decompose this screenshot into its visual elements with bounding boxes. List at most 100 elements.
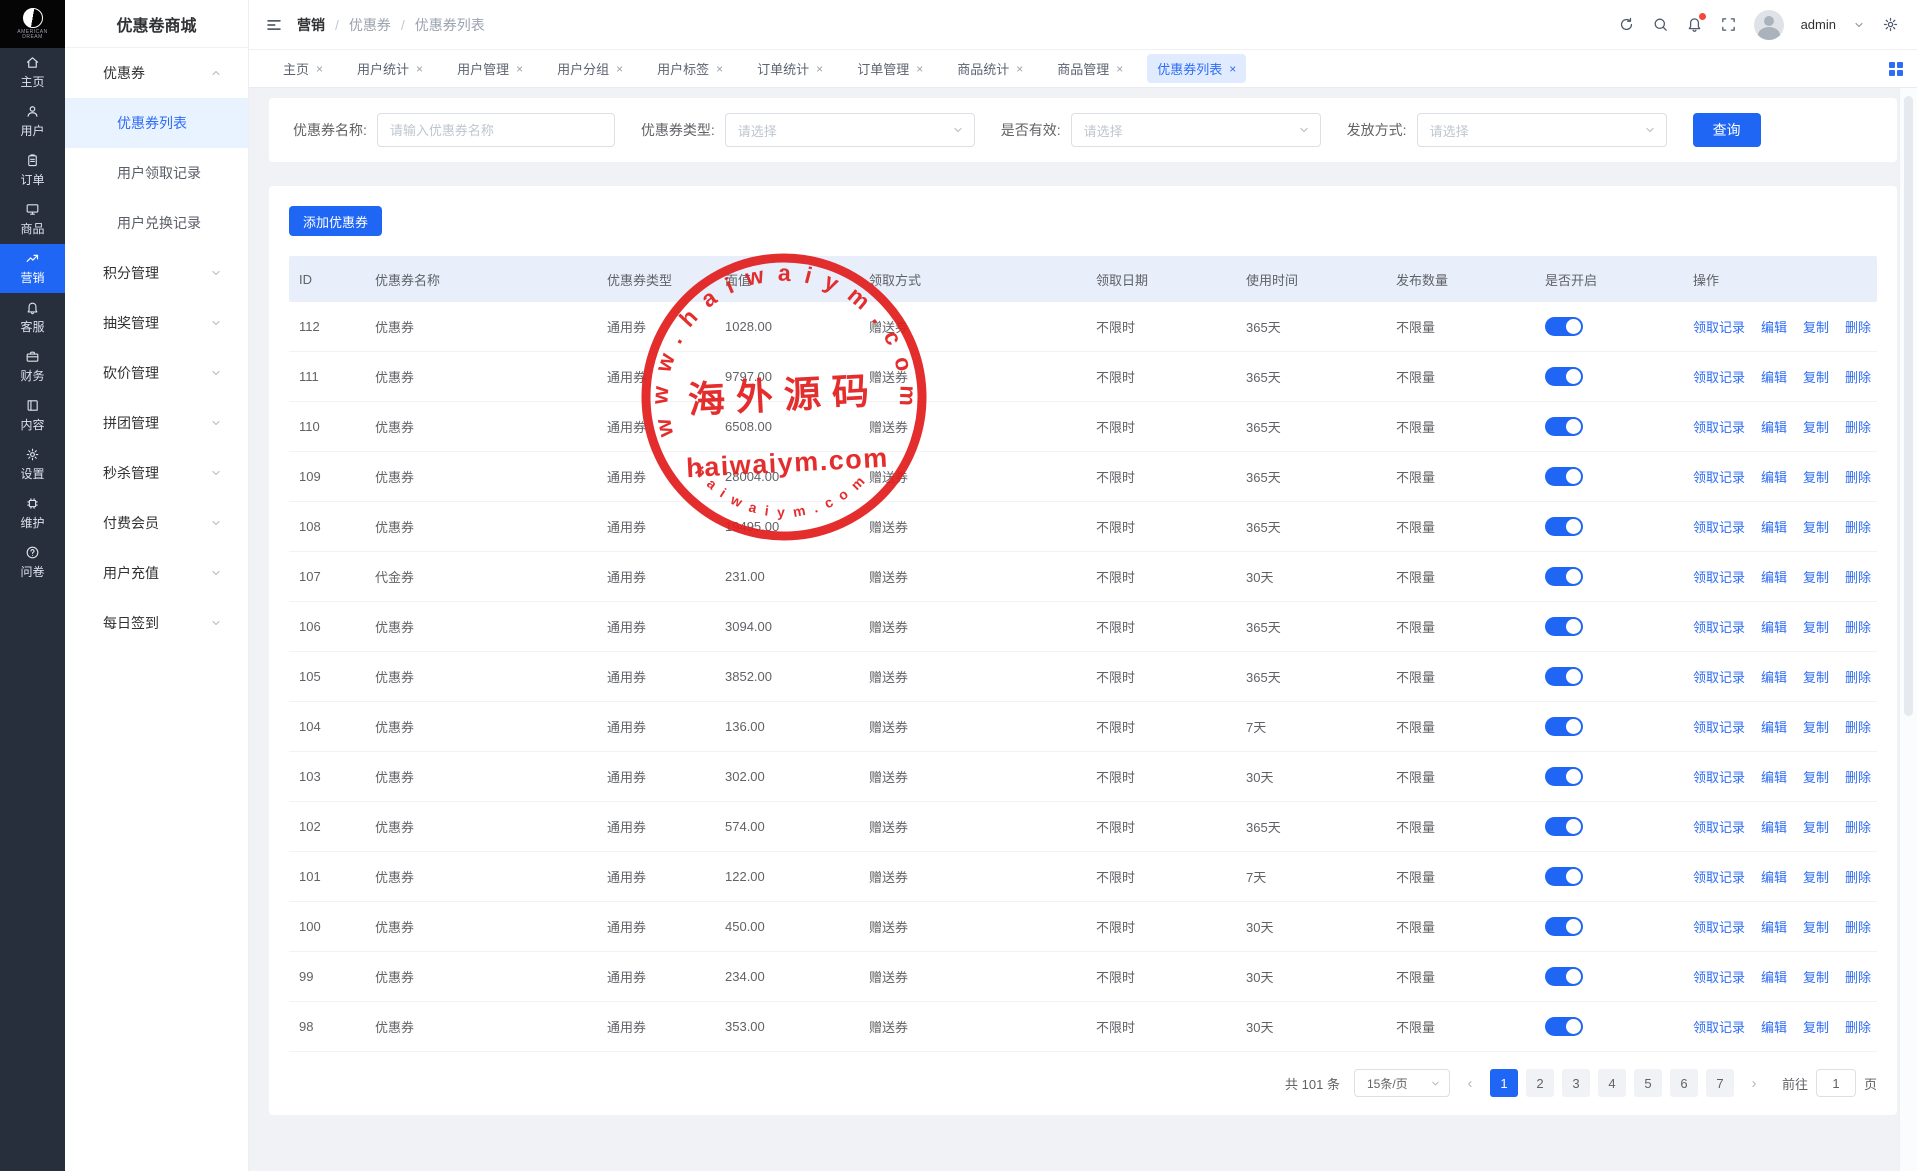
rail-item[interactable]: 订单 [0,146,65,195]
enable-toggle[interactable] [1545,717,1583,736]
page-number[interactable]: 7 [1706,1069,1734,1097]
sidebar-menu-item[interactable]: 用户充值 [65,548,248,598]
action-edit[interactable]: 编辑 [1761,917,1787,936]
scrollbar-thumb[interactable] [1904,96,1913,716]
goto-page-input[interactable] [1816,1069,1856,1097]
gear-icon[interactable] [1882,16,1899,33]
tab[interactable]: 订单统计 × [747,54,833,83]
tab-close-icon[interactable]: × [1116,62,1123,76]
action-delete[interactable]: 删除 [1845,1017,1871,1036]
rail-item[interactable]: 财务 [0,342,65,391]
rail-item[interactable]: 营销 [0,244,65,293]
enable-toggle[interactable] [1545,567,1583,586]
action-copy[interactable]: 复制 [1803,317,1829,336]
action-delete[interactable]: 删除 [1845,917,1871,936]
action-delete[interactable]: 删除 [1845,367,1871,386]
sidebar-menu-item[interactable]: 用户领取记录 [65,148,248,198]
sidebar-menu-item[interactable]: 优惠券 [65,48,248,98]
page-number[interactable]: 5 [1634,1069,1662,1097]
action-delete[interactable]: 删除 [1845,867,1871,886]
action-claim-records[interactable]: 领取记录 [1693,667,1745,686]
sidebar-menu-item[interactable]: 抽奖管理 [65,298,248,348]
action-claim-records[interactable]: 领取记录 [1693,517,1745,536]
action-copy[interactable]: 复制 [1803,967,1829,986]
action-copy[interactable]: 复制 [1803,617,1829,636]
enable-toggle[interactable] [1545,967,1583,986]
action-copy[interactable]: 复制 [1803,1017,1829,1036]
tab-close-icon[interactable]: × [316,62,323,76]
sidebar-menu-item[interactable]: 优惠券列表 [65,98,248,148]
sidebar-menu-item[interactable]: 拼团管理 [65,398,248,448]
chevron-down-icon[interactable] [1853,19,1865,31]
search-button[interactable]: 查询 [1693,113,1761,147]
breadcrumb-item[interactable]: 优惠券 [349,15,391,35]
tab[interactable]: 用户统计 × [347,54,433,83]
rail-item[interactable]: 主页 [0,48,65,97]
action-copy[interactable]: 复制 [1803,517,1829,536]
action-claim-records[interactable]: 领取记录 [1693,317,1745,336]
enable-toggle[interactable] [1545,417,1583,436]
enable-toggle[interactable] [1545,817,1583,836]
action-delete[interactable]: 删除 [1845,567,1871,586]
sidebar-menu-item[interactable]: 秒杀管理 [65,448,248,498]
action-edit[interactable]: 编辑 [1761,517,1787,536]
action-edit[interactable]: 编辑 [1761,467,1787,486]
action-claim-records[interactable]: 领取记录 [1693,467,1745,486]
action-delete[interactable]: 删除 [1845,967,1871,986]
action-delete[interactable]: 删除 [1845,667,1871,686]
action-delete[interactable]: 删除 [1845,417,1871,436]
rail-item[interactable]: 维护 [0,489,65,538]
tab[interactable]: 用户分组 × [547,54,633,83]
page-number[interactable]: 3 [1562,1069,1590,1097]
action-copy[interactable]: 复制 [1803,917,1829,936]
action-copy[interactable]: 复制 [1803,817,1829,836]
action-edit[interactable]: 编辑 [1761,417,1787,436]
prev-page-button[interactable]: ‹ [1460,1069,1480,1097]
app-logo[interactable]: AMERICAN DREAM [0,0,65,48]
action-claim-records[interactable]: 领取记录 [1693,867,1745,886]
action-claim-records[interactable]: 领取记录 [1693,417,1745,436]
enable-toggle[interactable] [1545,617,1583,636]
tab[interactable]: 用户管理 × [447,54,533,83]
next-page-button[interactable]: › [1744,1069,1764,1097]
action-copy[interactable]: 复制 [1803,717,1829,736]
enable-toggle[interactable] [1545,867,1583,886]
action-edit[interactable]: 编辑 [1761,317,1787,336]
tab[interactable]: 主页 × [273,54,333,83]
action-claim-records[interactable]: 领取记录 [1693,367,1745,386]
action-copy[interactable]: 复制 [1803,417,1829,436]
page-number[interactable]: 6 [1670,1069,1698,1097]
rail-item[interactable]: 设置 [0,440,65,489]
action-delete[interactable]: 删除 [1845,817,1871,836]
action-edit[interactable]: 编辑 [1761,667,1787,686]
action-edit[interactable]: 编辑 [1761,817,1787,836]
enable-toggle[interactable] [1545,667,1583,686]
rail-item[interactable]: 问卷 [0,538,65,587]
tab[interactable]: 商品管理 × [1047,54,1133,83]
tab-close-icon[interactable]: × [716,62,723,76]
username[interactable]: admin [1801,17,1836,32]
rail-item[interactable]: 商品 [0,195,65,244]
action-copy[interactable]: 复制 [1803,767,1829,786]
tab-options-grid-icon[interactable] [1889,62,1903,76]
page-number[interactable]: 2 [1526,1069,1554,1097]
collapse-menu-icon[interactable] [265,16,283,34]
page-number[interactable]: 4 [1598,1069,1626,1097]
enable-toggle[interactable] [1545,767,1583,786]
enable-toggle[interactable] [1545,317,1583,336]
action-edit[interactable]: 编辑 [1761,617,1787,636]
tab[interactable]: 用户标签 × [647,54,733,83]
action-delete[interactable]: 删除 [1845,467,1871,486]
sidebar-menu-item[interactable]: 每日签到 [65,598,248,648]
avatar[interactable] [1754,10,1784,40]
search-icon[interactable] [1652,16,1669,33]
sidebar-menu-item[interactable]: 积分管理 [65,248,248,298]
action-edit[interactable]: 编辑 [1761,717,1787,736]
action-edit[interactable]: 编辑 [1761,967,1787,986]
action-copy[interactable]: 复制 [1803,467,1829,486]
enable-toggle[interactable] [1545,467,1583,486]
notifications-button[interactable] [1686,16,1703,33]
enable-toggle[interactable] [1545,1017,1583,1036]
action-claim-records[interactable]: 领取记录 [1693,767,1745,786]
action-claim-records[interactable]: 领取记录 [1693,717,1745,736]
